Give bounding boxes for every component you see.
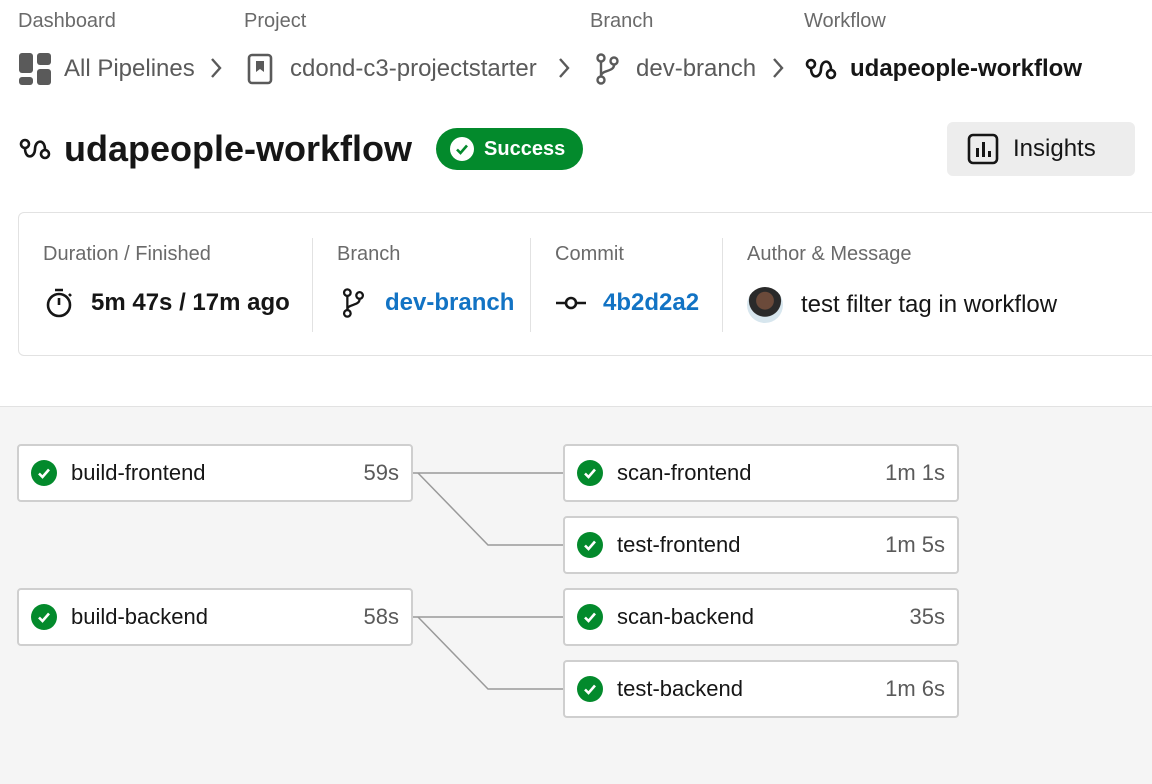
workflow-header: udapeople-workflow Success <box>18 126 584 172</box>
insights-button[interactable]: Insights <box>947 122 1135 176</box>
check-icon <box>577 604 603 630</box>
job-duration: 1m 6s <box>885 676 945 701</box>
breadcrumb-project-label: Project <box>244 10 307 32</box>
chevron-right-icon <box>211 58 222 78</box>
branch-label: Branch <box>337 243 401 265</box>
breadcrumb-branch-text: dev-branch <box>636 55 757 82</box>
breadcrumb-workflow-current: udapeople-workflow <box>804 52 1082 86</box>
chevron-right-icon <box>773 58 784 78</box>
breadcrumb-dashboard: Dashboard All Pipelines <box>18 10 195 85</box>
job-duration: 1m 5s <box>885 532 945 557</box>
job-name: scan-frontend <box>617 460 752 485</box>
breadcrumb-all-pipelines-text: All Pipelines <box>64 55 195 82</box>
job-name: build-backend <box>71 604 208 629</box>
insights-label: Insights <box>1013 135 1096 162</box>
job-test-backend[interactable]: test-backend 1m 6s <box>563 660 959 718</box>
insights-icon <box>967 133 999 165</box>
commit-value-row: 4b2d2a2 <box>555 287 699 319</box>
page-title: udapeople-workflow <box>64 128 413 169</box>
job-duration: 35s <box>909 604 945 629</box>
breadcrumb-workflow-text: udapeople-workflow <box>850 55 1083 82</box>
status-badge-label: Success <box>484 137 566 160</box>
check-icon <box>577 676 603 702</box>
duration-value-row: 5m 47s / 17m ago <box>43 287 290 319</box>
job-test-frontend[interactable]: test-frontend 1m 5s <box>563 516 959 574</box>
breadcrumb-workflow: Workflow udapeople-workflow <box>804 10 1082 82</box>
workflow-summary-card: Duration / Finished 5m 47s / 17m ago Bra… <box>18 212 1152 356</box>
breadcrumb-project-link[interactable]: cdond-c3-projectstarter <box>244 52 537 86</box>
edge-build-frontend-test-frontend <box>417 472 564 546</box>
check-icon <box>31 604 57 630</box>
divider <box>530 238 531 332</box>
duration-label: Duration / Finished <box>43 243 211 265</box>
commit-link[interactable]: 4b2d2a2 <box>603 289 699 317</box>
job-build-backend[interactable]: build-backend 58s <box>17 588 413 646</box>
breadcrumb-branch-link[interactable]: dev-branch <box>590 52 756 86</box>
commit-message: test filter tag in workflow <box>801 291 1058 318</box>
job-name: test-backend <box>617 676 743 701</box>
author-value-row: test filter tag in workflow <box>747 287 1057 323</box>
workflow-graph: build-frontend 59s scan-frontend 1m 1s t… <box>0 406 1152 784</box>
project-icon <box>247 53 273 85</box>
divider <box>722 238 723 332</box>
job-name: scan-backend <box>617 604 754 629</box>
job-build-frontend[interactable]: build-frontend 59s <box>17 444 413 502</box>
breadcrumb-all-pipelines-link[interactable]: All Pipelines <box>18 52 195 86</box>
check-icon <box>450 137 475 161</box>
edge-build-backend-test-backend <box>417 616 564 690</box>
breadcrumb-workflow-label: Workflow <box>804 10 886 32</box>
author-label: Author & Message <box>747 243 912 265</box>
job-duration: 58s <box>363 604 399 629</box>
job-duration: 1m 1s <box>885 460 945 485</box>
check-icon <box>577 532 603 558</box>
chevron-right-icon <box>559 58 570 78</box>
breadcrumb-branch-label: Branch <box>590 10 654 32</box>
avatar <box>747 287 783 323</box>
job-name: build-frontend <box>71 460 206 485</box>
branch-icon <box>596 53 619 85</box>
breadcrumb-branch: Branch dev-branch <box>590 10 756 85</box>
dashboard-icon <box>19 53 51 85</box>
breadcrumb-dashboard-label: Dashboard <box>18 10 116 32</box>
branch-value-row: dev-branch <box>337 287 514 319</box>
job-scan-backend[interactable]: scan-backend 35s <box>563 588 959 646</box>
branch-link[interactable]: dev-branch <box>385 289 514 317</box>
breadcrumb-project-text: cdond-c3-projectstarter <box>290 55 537 82</box>
branch-icon <box>342 288 365 318</box>
commit-icon <box>556 296 586 310</box>
job-scan-frontend[interactable]: scan-frontend 1m 1s <box>563 444 959 502</box>
workflow-icon <box>19 138 51 160</box>
workflow-icon <box>805 58 837 80</box>
breadcrumb-project: Project cdond-c3-projectstarter <box>244 10 537 85</box>
check-icon <box>31 460 57 486</box>
timer-icon <box>46 288 72 318</box>
commit-label: Commit <box>555 243 624 265</box>
duration-value: 5m 47s / 17m ago <box>91 289 290 316</box>
check-icon <box>577 460 603 486</box>
status-badge: Success <box>436 128 584 170</box>
job-name: test-frontend <box>617 532 741 557</box>
job-duration: 59s <box>363 460 399 485</box>
divider <box>312 238 313 332</box>
